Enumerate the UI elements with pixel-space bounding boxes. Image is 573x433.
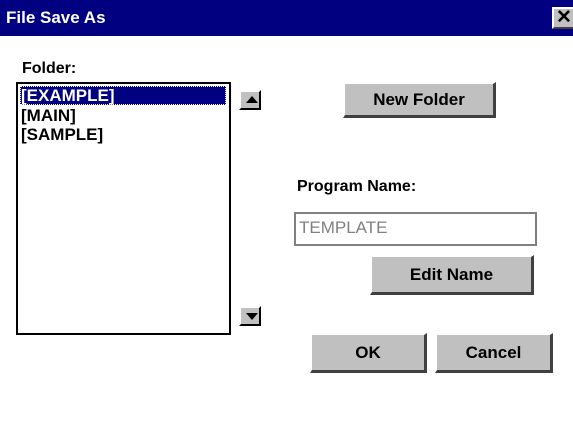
scroll-down-arrow-icon [246,313,258,320]
close-button[interactable]: ✕ [552,7,573,29]
folder-label: Folder: [22,60,77,77]
folder-listbox[interactable]: [EXAMPLE] [MAIN] [SAMPLE] [16,82,231,335]
program-name-label: Program Name: [297,178,417,195]
scroll-up-button[interactable] [239,90,261,110]
folder-item-main[interactable]: [MAIN] [20,106,76,125]
folder-item-example[interactable]: [EXAMPLE] [20,86,226,105]
edit-name-button[interactable]: Edit Name [370,255,534,295]
file-save-as-dialog: File Save As ✕ Folder: [EXAMPLE] [MAIN] … [0,0,573,433]
new-folder-button[interactable]: New Folder [343,82,496,118]
scroll-down-button[interactable] [239,306,261,326]
title-bar: File Save As ✕ [0,0,573,36]
program-name-field[interactable]: TEMPLATE [294,212,537,246]
scroll-up-arrow-icon [246,96,258,103]
dialog-title: File Save As [6,8,106,27]
folder-item-sample[interactable]: [SAMPLE] [20,125,103,144]
close-icon: ✕ [556,7,572,28]
cancel-button[interactable]: Cancel [435,333,553,373]
ok-button[interactable]: OK [310,333,427,373]
